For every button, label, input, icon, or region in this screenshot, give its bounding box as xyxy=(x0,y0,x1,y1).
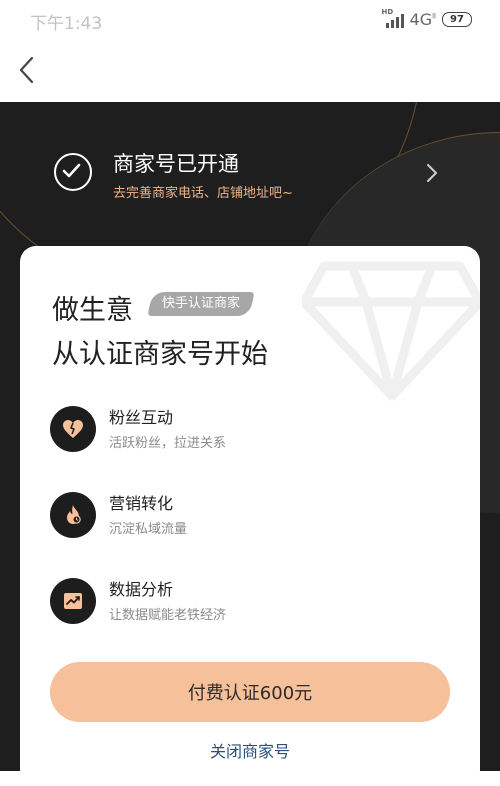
chevron-left-icon[interactable] xyxy=(16,54,40,86)
feature-title: 数据分析 xyxy=(109,580,174,599)
feature-title: 粉丝互动 xyxy=(109,408,174,427)
flame-icon xyxy=(50,492,96,538)
battery-icon: 97 xyxy=(442,12,472,27)
signal-icon: HD xyxy=(382,8,404,28)
feature-marketing-conversion: 营销转化 沉淀私域流量 xyxy=(50,488,450,548)
banner-title: 商家号已开通 xyxy=(113,152,239,176)
check-circle-icon xyxy=(54,153,92,191)
banner-subtitle: 去完善商家电话、店铺地址吧~ xyxy=(113,186,293,201)
status-time: 下午1:43 xyxy=(30,14,103,34)
feature-desc: 活跃粉丝，拉进关系 xyxy=(109,436,227,451)
chevron-right-icon xyxy=(427,164,437,182)
nav-bar xyxy=(0,40,500,102)
diamond-icon xyxy=(302,261,480,401)
headline-line2: 从认证商家号开始 xyxy=(52,339,268,370)
trend-chart-icon xyxy=(50,578,96,624)
close-merchant-link[interactable]: 关闭商家号 xyxy=(20,738,480,762)
feature-desc: 沉淀私域流量 xyxy=(109,522,188,537)
feature-title: 营销转化 xyxy=(109,494,174,513)
headline-line1: 做生意 xyxy=(52,295,133,326)
status-bar: 下午1:43 HD 4Gll 97 xyxy=(0,0,500,40)
merchant-opened-banner[interactable]: 商家号已开通 去完善商家电话、店铺地址吧~ xyxy=(0,144,500,204)
status-indicators: HD 4Gll 97 xyxy=(382,8,472,29)
certified-merchant-tag: 快手认证商家 xyxy=(147,292,255,316)
feature-fan-interaction: 粉丝互动 活跃粉丝，拉进关系 xyxy=(50,402,450,462)
feature-desc: 让数据赋能老铁经济 xyxy=(109,608,227,623)
certification-card: 做生意 快手认证商家 从认证商家号开始 粉丝互动 活跃粉丝，拉进关系 营销转化 … xyxy=(20,246,480,786)
pay-certification-button[interactable]: 付费认证600元 xyxy=(50,662,450,722)
feature-data-analysis: 数据分析 让数据赋能老铁经济 xyxy=(50,574,450,634)
heart-icon xyxy=(50,406,96,452)
network-type: 4Gll xyxy=(409,10,436,29)
